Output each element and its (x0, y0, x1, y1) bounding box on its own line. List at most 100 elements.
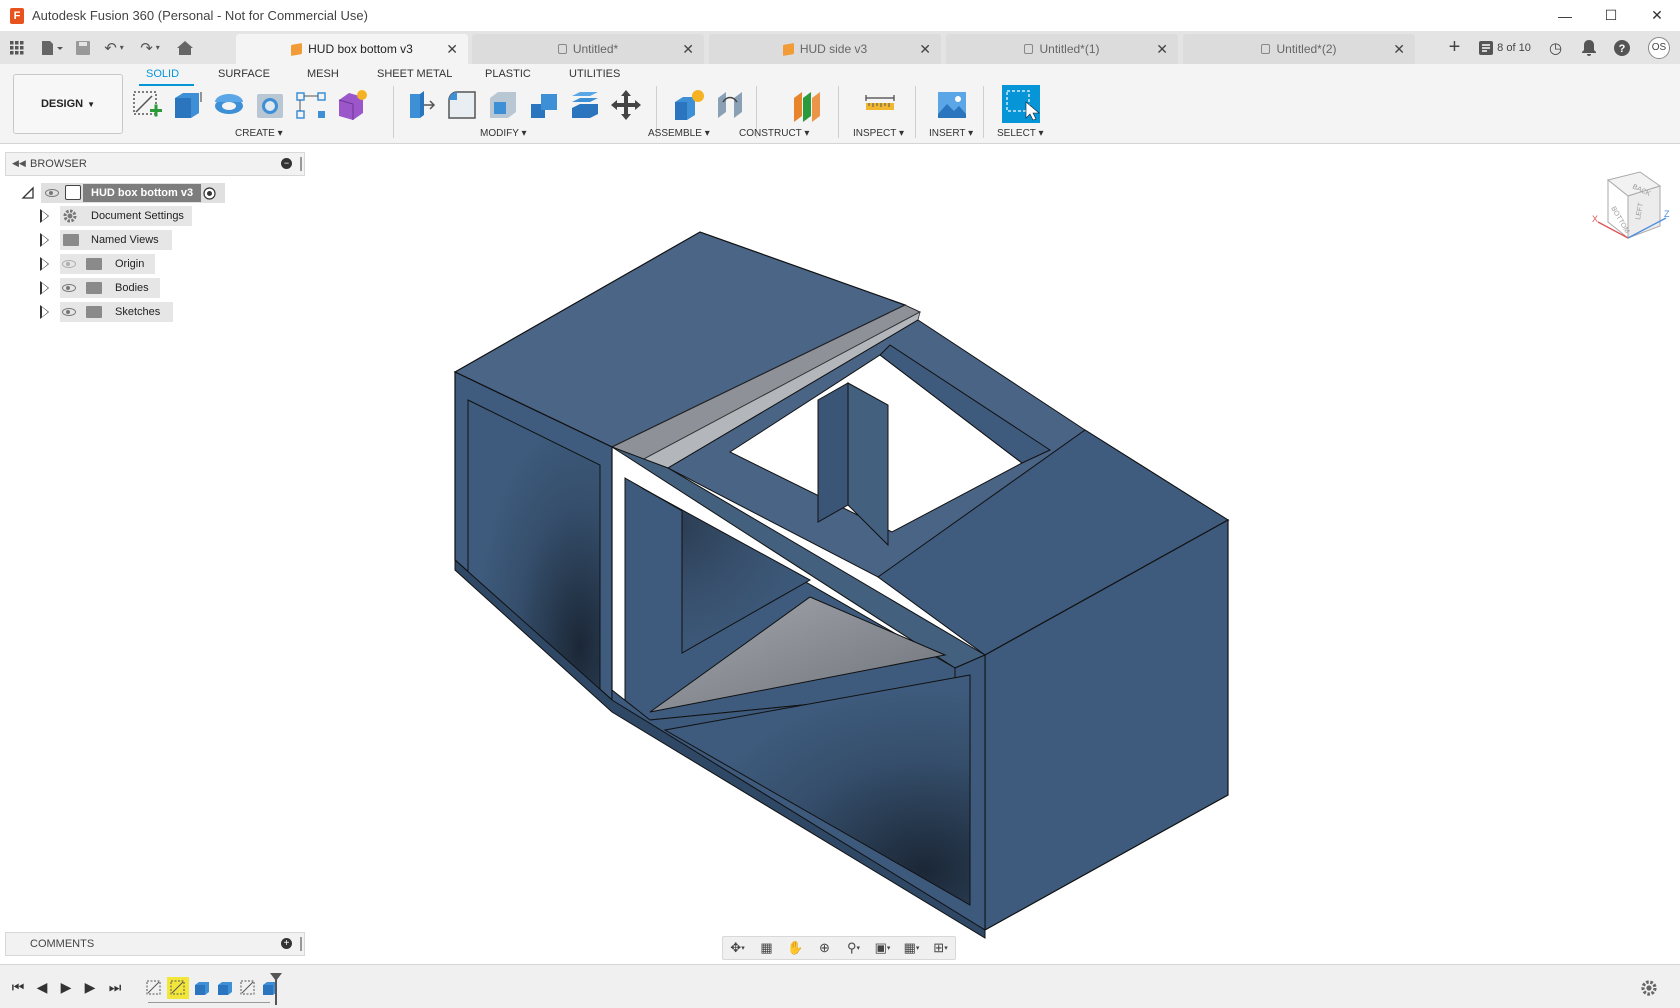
look-at-icon[interactable]: ▦ (756, 939, 778, 957)
save-icon[interactable] (70, 31, 96, 64)
pattern-icon[interactable] (294, 88, 328, 122)
tab-untitled-1[interactable]: Untitled*(1) ✕ (946, 34, 1178, 64)
add-comment-icon[interactable]: + (281, 938, 292, 949)
inspect-menu[interactable]: INSPECT ▾ (853, 128, 904, 139)
maximize-icon[interactable]: ☐ (1588, 0, 1634, 31)
expand-triangle-icon[interactable] (40, 209, 52, 223)
canvas-viewport[interactable]: BACK BOTTOM LEFT X Z (0, 144, 1680, 964)
close-icon[interactable]: ✕ (1634, 0, 1680, 31)
move-copy-icon[interactable] (609, 88, 643, 122)
expand-triangle-icon[interactable] (40, 281, 52, 295)
tab-untitled[interactable]: Untitled* ✕ (472, 34, 704, 64)
data-panel-grid-icon[interactable] (0, 31, 34, 64)
timeline-marker[interactable] (270, 973, 282, 1005)
shell-icon[interactable] (486, 88, 520, 122)
create-menu[interactable]: CREATE ▾ (235, 128, 283, 139)
close-tab-icon[interactable]: ✕ (1156, 41, 1168, 58)
zoom-window-icon[interactable]: ⊕ (814, 939, 836, 957)
workspace-switcher[interactable]: DESIGN ▼ (13, 74, 123, 134)
viewports-icon[interactable]: ⊞ ▾ (930, 939, 952, 957)
tab-surface[interactable]: SURFACE (218, 68, 270, 80)
user-account-button[interactable]: OS (1638, 31, 1680, 64)
combine-icon[interactable] (527, 88, 561, 122)
expand-triangle-icon[interactable] (40, 233, 52, 247)
close-tab-icon[interactable]: ✕ (1393, 41, 1405, 58)
browser-item-bodies[interactable]: Bodies (40, 278, 200, 298)
minimize-icon[interactable]: — (1542, 0, 1588, 31)
panel-pin-icon[interactable] (300, 157, 302, 171)
offset-plane-icon[interactable] (790, 88, 824, 122)
pan-hand-icon[interactable]: ✋ (785, 939, 807, 957)
tab-count-indicator[interactable]: 8 of 10 (1471, 31, 1539, 64)
help-icon[interactable]: ? (1605, 31, 1638, 64)
zoom-icon[interactable]: ⚲ ▾ (843, 939, 865, 957)
construct-menu[interactable]: CONSTRUCT ▾ (739, 128, 809, 139)
home-icon[interactable] (168, 31, 202, 64)
tab-untitled-2[interactable]: Untitled*(2) ✕ (1183, 34, 1415, 64)
step-back-icon[interactable]: ◀ (33, 979, 51, 995)
timeline-sketch-selected-icon[interactable] (167, 977, 189, 999)
panel-pin-icon[interactable] (300, 937, 302, 951)
offset-face-icon[interactable] (568, 88, 602, 122)
modify-menu[interactable]: MODIFY ▾ (480, 128, 527, 139)
tab-mesh[interactable]: MESH (307, 68, 339, 80)
step-forward-icon[interactable]: ▶ (81, 979, 99, 995)
press-pull-icon[interactable] (404, 88, 438, 122)
close-tab-icon[interactable]: ✕ (919, 41, 931, 58)
notification-bell-icon[interactable] (1572, 31, 1605, 64)
new-component-icon[interactable] (672, 88, 706, 122)
extrude-icon[interactable] (171, 88, 205, 122)
select-icon[interactable] (1002, 85, 1040, 123)
tab-utilities[interactable]: UTILITIES (569, 68, 620, 80)
visibility-eye-icon[interactable] (62, 284, 76, 292)
insert-menu[interactable]: INSERT ▾ (929, 128, 973, 139)
model-render[interactable] (0, 144, 1680, 964)
redo-icon[interactable]: ↷ ▾ (132, 31, 168, 64)
expand-triangle-icon[interactable] (40, 305, 52, 319)
joint-icon[interactable] (713, 88, 747, 122)
collapse-panel-icon[interactable]: ◀◀ (12, 158, 26, 169)
select-menu[interactable]: SELECT ▾ (997, 128, 1044, 139)
browser-item-document-settings[interactable]: Document Settings (40, 206, 200, 226)
timeline-extrude-icon[interactable] (216, 979, 234, 997)
measure-icon[interactable] (863, 88, 897, 122)
hidden-eye-icon[interactable] (62, 260, 76, 268)
view-cube[interactable]: BACK BOTTOM LEFT X Z (1570, 170, 1670, 260)
browser-item-named-views[interactable]: Named Views (40, 230, 200, 250)
insert-image-icon[interactable] (935, 88, 969, 122)
tab-solid[interactable]: SOLID (146, 68, 179, 80)
timeline-settings-gear-icon[interactable] (1640, 979, 1658, 997)
visibility-eye-icon[interactable] (62, 308, 76, 316)
go-to-end-icon[interactable]: ⏭ (106, 979, 124, 995)
create-form-icon[interactable] (335, 88, 369, 122)
tab-plastic[interactable]: PLASTIC (485, 68, 531, 80)
expand-triangle-icon[interactable] (40, 257, 52, 271)
undo-icon[interactable]: ↶ ▾ (96, 31, 132, 64)
play-icon[interactable]: ▶ (57, 979, 75, 995)
tab-hud-side-v3[interactable]: HUD side v3 ✕ (709, 34, 941, 64)
file-menu-icon[interactable] (34, 31, 70, 64)
browser-panel-header[interactable]: ◀◀ BROWSER − (5, 152, 305, 176)
timeline-extrude-icon[interactable] (193, 979, 211, 997)
hole-icon[interactable] (253, 88, 287, 122)
collapse-triangle-icon[interactable] (21, 186, 35, 200)
browser-item-sketches[interactable]: Sketches (40, 302, 200, 322)
close-tab-icon[interactable]: ✕ (682, 41, 694, 58)
visibility-eye-icon[interactable] (45, 189, 59, 197)
minus-circle-icon[interactable]: − (281, 158, 292, 169)
go-to-start-icon[interactable]: ⏮ (9, 979, 27, 995)
clock-history-icon[interactable]: ◷ (1539, 31, 1572, 64)
activate-radio-icon[interactable] (203, 187, 216, 200)
comments-panel-header[interactable]: COMMENTS + (5, 932, 305, 956)
browser-root-node[interactable]: HUD box bottom v3 (21, 183, 225, 203)
assemble-menu[interactable]: ASSEMBLE ▾ (648, 128, 710, 139)
fillet-icon[interactable] (445, 88, 479, 122)
tab-sheet-metal[interactable]: SHEET METAL (377, 68, 452, 80)
new-tab-plus-icon[interactable]: + (1438, 31, 1471, 64)
create-sketch-icon[interactable] (130, 88, 164, 122)
grid-settings-icon[interactable]: ▦ ▾ (901, 939, 923, 957)
tab-hud-box-bottom-v3[interactable]: HUD box bottom v3 ✕ (236, 34, 468, 64)
revolve-icon[interactable] (212, 88, 246, 122)
timeline-sketch-icon[interactable] (145, 979, 163, 997)
display-settings-icon[interactable]: ▣ ▾ (872, 939, 894, 957)
